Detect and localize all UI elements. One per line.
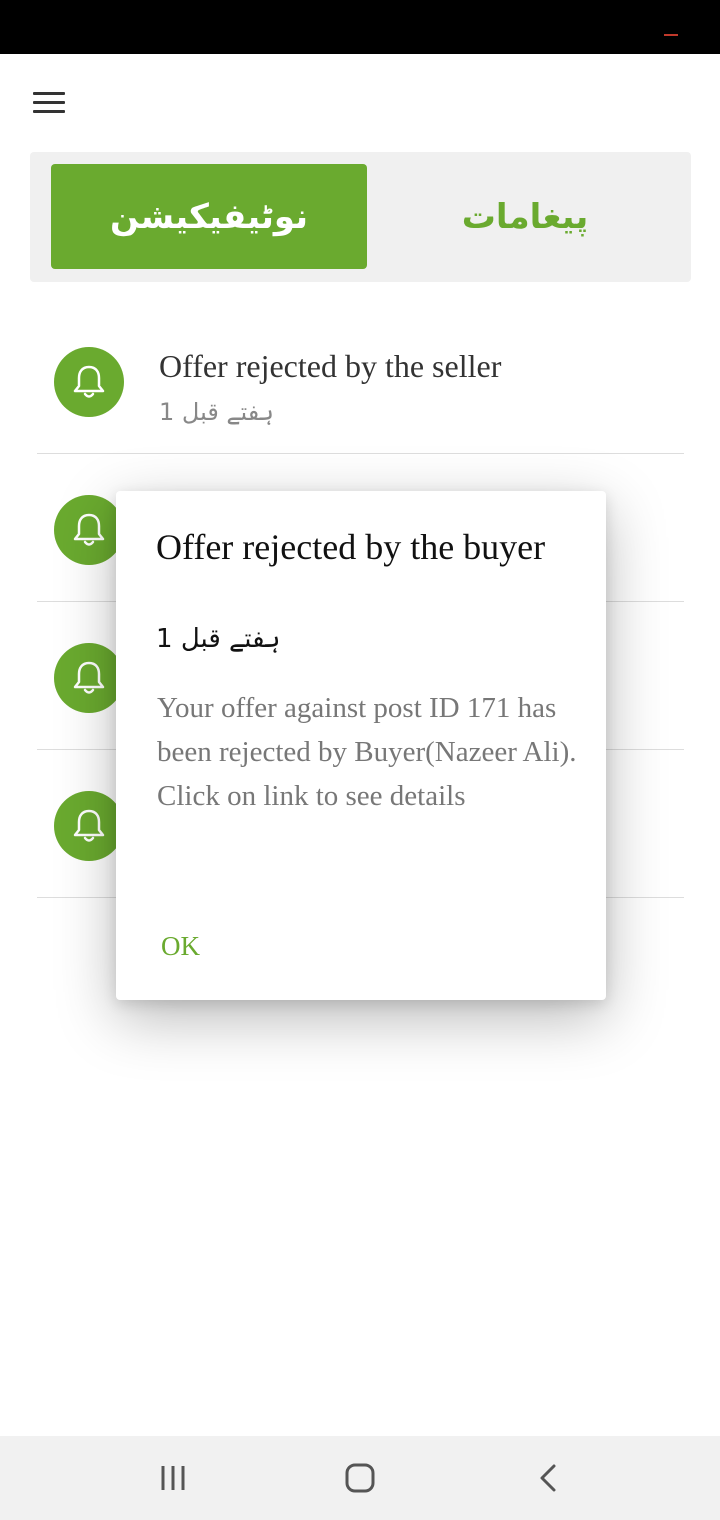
bell-icon [54,347,124,417]
notification-time: 1 ہفتے قبل [159,398,274,426]
notification-dialog: Offer rejected by the buyer 1 ہفتے قبل Y… [116,491,606,1000]
tab-notifications[interactable]: نوٹیفیکیشن [51,164,367,269]
tab-messages[interactable]: پیغامات [367,164,683,269]
tab-bar: نوٹیفیکیشن پیغامات [30,152,691,282]
back-icon[interactable] [523,1458,573,1498]
home-icon[interactable] [335,1458,385,1498]
status-indicator [664,34,678,36]
notification-title: Offer rejected by the seller [159,348,502,384]
dialog-message: Your offer against post ID 171 has been … [157,692,577,812]
hamburger-menu-icon[interactable] [33,92,65,116]
bell-icon [54,643,124,713]
list-item[interactable]: Offer rejected by the seller 1 ہفتے قبل [37,306,684,454]
recent-apps-icon[interactable] [148,1458,198,1498]
system-nav-bar [0,1436,720,1520]
dialog-time: 1 ہفتے قبل [156,624,281,654]
dialog-title: Offer rejected by the buyer [156,527,546,567]
ok-button[interactable]: OK [161,931,200,962]
bell-icon [54,791,124,861]
bell-icon [54,495,124,565]
status-bar [0,0,720,54]
